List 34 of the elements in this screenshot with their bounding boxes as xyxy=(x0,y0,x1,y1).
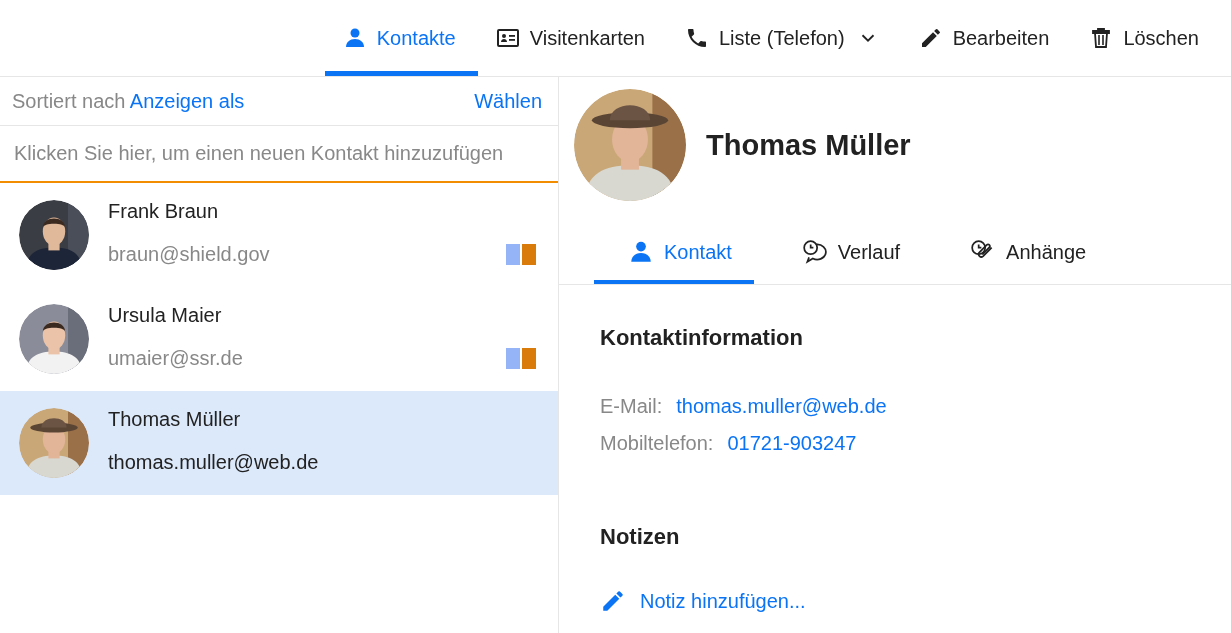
field-link[interactable]: 01721-903247 xyxy=(727,432,857,455)
select-link[interactable]: Wählen xyxy=(474,89,542,113)
toolbar-button[interactable]: Löschen xyxy=(1071,5,1221,76)
field-label: Mobiltelefon: xyxy=(600,432,714,455)
section-heading: Kontaktinformation xyxy=(600,325,804,351)
contact-email: thomas.muller@web.de xyxy=(108,451,319,474)
clock-speech-bubble-icon xyxy=(801,239,828,265)
pencil-icon xyxy=(600,588,626,614)
section-heading: Notizen xyxy=(600,524,681,550)
contact-name: Thomas Müller xyxy=(108,408,242,431)
add-note-link[interactable]: Notiz hinzufügen... xyxy=(600,588,806,614)
contact-row[interactable]: Frank Braun braun@shield.gov xyxy=(0,183,558,287)
toolbar-button[interactable]: Visitenkarten xyxy=(477,5,667,76)
phone-icon xyxy=(685,26,709,50)
sort-label: Sortiert nach xyxy=(12,89,126,112)
tab[interactable]: Verlauf xyxy=(767,224,923,284)
field-label: E-Mail: xyxy=(600,395,663,418)
toolbar-button[interactable]: Kontakte xyxy=(324,5,478,76)
tab[interactable]: Anhänge xyxy=(936,224,1109,284)
display-as-link[interactable]: Anzeigen als xyxy=(129,89,245,112)
contact-email: umaier@ssr.de xyxy=(108,347,243,370)
toolbar-button[interactable]: Liste (Telefon) xyxy=(667,5,901,76)
new-contact-field[interactable]: Klicken Sie hier, um einen neuen Kontakt hinzuzufügen xyxy=(0,126,558,183)
contact-title: Thomas Müller xyxy=(706,128,911,162)
tab[interactable]: Kontakt xyxy=(594,224,754,284)
contact-email: braun@shield.gov xyxy=(108,243,270,266)
contact-name: Ursula Maier xyxy=(108,304,223,327)
person-icon xyxy=(628,239,654,265)
contact-name: Frank Braun xyxy=(108,200,220,223)
contact-row[interactable]: Ursula Maier umaier@ssr.de xyxy=(0,287,558,391)
contact-row[interactable]: Thomas Müller thomas.muller@web.de xyxy=(0,391,558,495)
contact-card-icon xyxy=(495,26,520,50)
field-link[interactable]: thomas.muller@web.de xyxy=(676,395,887,418)
toolbar-button[interactable]: Bearbeiten xyxy=(900,5,1072,76)
